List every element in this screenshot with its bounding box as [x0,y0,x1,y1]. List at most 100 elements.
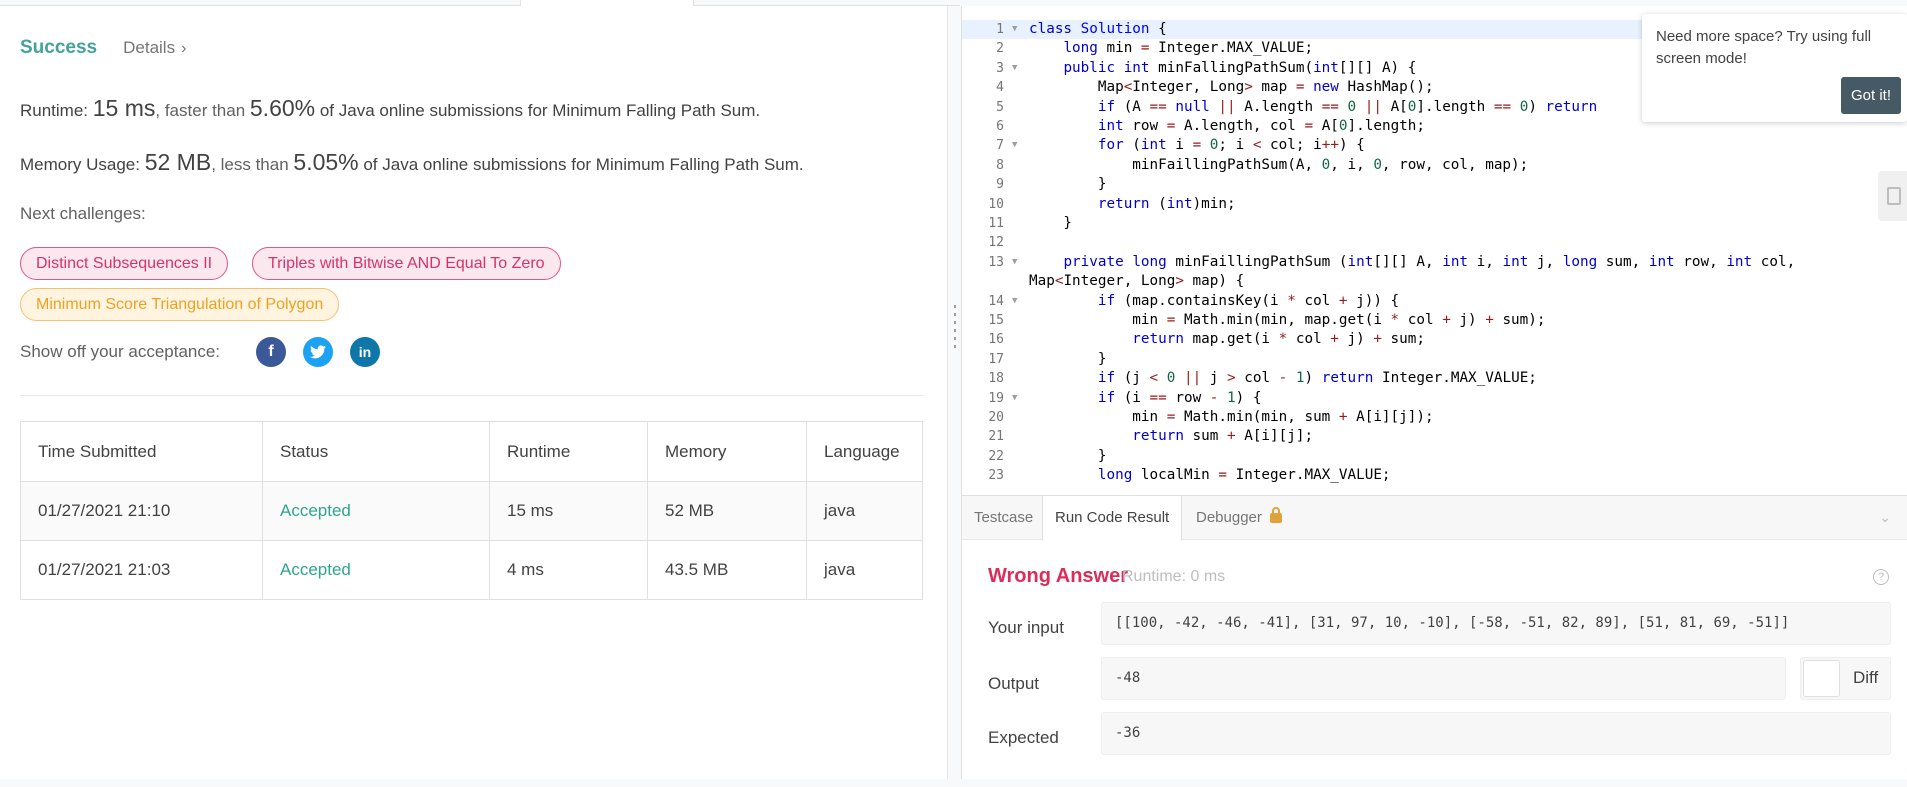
tab-run-code-result[interactable]: Run Code Result [1042,496,1183,541]
fold-arrow-icon[interactable]: ▼ [1012,389,1017,408]
diff-switch[interactable] [1803,660,1840,697]
code-line[interactable]: 7 ▼ for (int i = 0; i < col; i++) { [962,136,1907,155]
memory-suffix: of Java online submissions for Minimum F… [358,155,804,174]
challenge-tag[interactable]: Minimum Score Triangulation of Polygon [20,288,340,321]
facebook-icon[interactable]: f [256,337,286,367]
input-label: Your input [988,618,1064,637]
code-line[interactable]: 24 localMin = Math.min(localMin, minFail… [962,486,1907,488]
line-number: 17 [988,351,1004,367]
language-cell: java [806,540,923,600]
fold-arrow-icon[interactable]: ▼ [1012,136,1017,155]
code-text: long min = Integer.MAX_VALUE; [1063,40,1314,57]
column-header[interactable]: Time Submitted [20,421,263,482]
line-number: 16 [988,332,1004,348]
code-text: int row = A.length, col = A[0].length; [1097,118,1425,134]
fold-arrow-icon[interactable]: ▼ [1012,292,1017,311]
code-line[interactable]: 17 } [962,350,1907,369]
code-line[interactable]: 11 } [962,214,1907,233]
column-header[interactable]: Memory [647,421,807,482]
runtime-cell: 15 ms [489,481,648,541]
line-number: 10 [988,196,1004,212]
line-number: 9 [996,177,1004,193]
chevron-down-icon[interactable]: ⌄ [1879,509,1891,526]
line-number: 6 [996,119,1004,134]
challenge-tag[interactable]: Distinct Subsequences II [20,247,229,280]
runtime-value: 15 ms [92,95,156,121]
details-link[interactable]: Details › [123,38,186,58]
fold-arrow-icon[interactable]: ▼ [1012,59,1017,78]
help-icon[interactable]: ? [1873,569,1889,585]
output-value-box: -48 [1101,657,1786,700]
code-text: Map<Integer, Long> map) { [1029,273,1245,290]
column-header[interactable]: Language [806,421,923,482]
time-submitted-cell: 01/27/2021 21:03 [20,540,263,600]
linkedin-icon[interactable]: in [350,337,380,367]
notes-side-tab[interactable] [1878,171,1907,221]
code-line[interactable]: 8 minFaillingPathSum(A, 0, i, 0, row, co… [962,156,1907,175]
code-text: } [1029,447,1107,464]
line-number: 11 [988,216,1004,231]
tip-message: Need more space? Try using full screen m… [1656,28,1872,67]
got-it-button[interactable]: Got it! [1840,77,1901,114]
twitter-icon[interactable] [303,337,333,367]
divider [20,395,923,396]
fold-arrow-icon[interactable]: ▼ [1012,20,1017,39]
code-line[interactable]: 21 return sum + A[i][j]; [962,427,1907,446]
code-line[interactable]: 13 ▼ private long minFaillingPathSum (int… [962,253,1907,272]
tab-testcase[interactable]: Testcase [962,496,1045,540]
code-line[interactable]: 15 min = Math.min(min, map.get(i * col +… [962,311,1907,330]
code-text: Map<Integer, Long> map = new HashMap(); [1029,79,1434,96]
console-tab-bar: Testcase Run Code Result Debugger ⌄ [962,495,1907,541]
code-text: min = Math.min(min, map.get(i * col + j)… [1029,312,1546,328]
code-line[interactable]: 16 return map.get(i * col + j) + sum; [962,330,1907,349]
code-line[interactable]: 12 [962,233,1907,252]
runtime-prefix: Runtime: [20,101,93,120]
line-number: 24 [962,486,1004,489]
code-line[interactable]: 22 } [962,447,1907,466]
line-number: 3 [996,60,1004,76]
line-number: 19 [988,390,1004,406]
status-cell[interactable]: Accepted [262,481,490,541]
code-line[interactable]: 9 } [962,175,1907,194]
next-challenges-label: Next challenges: [20,204,146,223]
code-line[interactable]: 10 return (int)min; [962,195,1907,214]
fullscreen-tip-popover: Need more space? Try using full screen m… [1642,14,1907,122]
code-line[interactable]: 23 long localMin = Integer.MAX_VALUE; [962,466,1907,485]
code-text: } [1029,350,1107,367]
column-header[interactable]: Runtime [489,421,648,482]
verdict-title: Wrong Answer [988,565,1129,587]
table-header-row: Time Submitted Status Runtime Memory Lan… [20,421,923,482]
code-text: return sum + A[i][j]; [1132,428,1314,445]
code-text: if (i == row - 1) { [1097,389,1262,406]
memory-percentile: 5.05% [293,149,359,175]
runtime-mid: , faster than [155,101,250,120]
code-line[interactable]: Map<Integer, Long> map) { [962,272,1907,291]
table-row[interactable]: 01/27/2021 21:10 Accepted 15 ms 52 MB ja… [20,481,923,541]
fold-arrow-icon[interactable]: ▼ [1012,253,1017,272]
runtime-cell: 4 ms [489,540,648,600]
line-number: 13 [988,254,1004,270]
share-label: Show off your acceptance: [20,342,221,361]
panel-resize-handle[interactable] [953,305,957,365]
code-line[interactable]: 19 ▼ if (i == row - 1) { [962,389,1907,408]
code-text: if (j < 0 || j > col - 1) return Integer… [1097,370,1537,387]
result-runtime: Runtime: 0 ms [1122,568,1226,585]
code-line[interactable]: 20 min = Math.min(min, sum + A[i][j]); [962,408,1907,427]
success-status: Success [20,37,98,58]
challenge-tag[interactable]: Triples with Bitwise AND Equal To Zero [252,247,561,280]
time-submitted-cell: 01/27/2021 21:10 [20,481,263,541]
tab-debugger[interactable]: Debugger [1184,496,1294,540]
code-text: } [1029,215,1073,231]
column-header[interactable]: Status [262,421,490,482]
status-cell[interactable]: Accepted [262,540,490,600]
code-text: for (int i = 0; i < col; i++) { [1097,137,1365,154]
expected-label: Expected [988,728,1059,747]
code-line[interactable]: 14 ▼ if (map.containsKey(i * col + j)) { [962,292,1907,311]
code-line[interactable]: 18 if (j < 0 || j > col - 1) return Inte… [962,369,1907,388]
code-text: minFaillingPathSum(A, 0, i, 0, row, col,… [1029,156,1529,173]
diff-toggle[interactable]: Diff [1800,657,1891,700]
code-text: min = Math.min(min, sum + A[i][j]); [1029,409,1434,425]
line-number: 18 [988,371,1004,387]
code-text: return (int)min; [1097,195,1236,212]
table-row[interactable]: 01/27/2021 21:03 Accepted 4 ms 43.5 MB j… [20,540,923,600]
